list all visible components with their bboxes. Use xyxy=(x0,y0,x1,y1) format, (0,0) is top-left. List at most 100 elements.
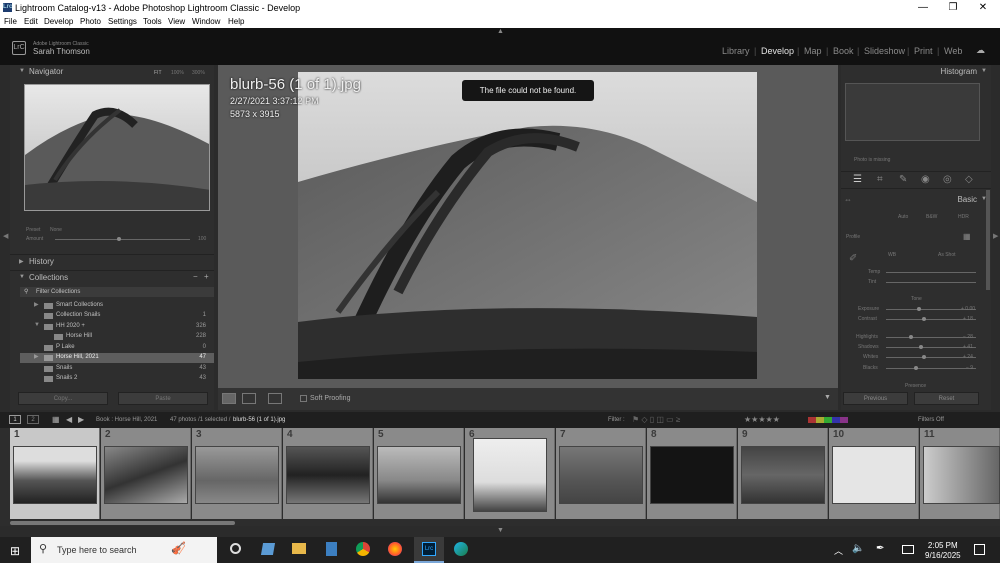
collection-item-selected[interactable]: ▶ Horse Hill, 2021 47 xyxy=(20,353,214,363)
highlights-knob[interactable] xyxy=(909,335,913,339)
filter-collections-row[interactable]: ⚲ Filter Collections xyxy=(20,287,214,297)
module-map[interactable]: Map xyxy=(804,46,822,56)
photo-thumbnail[interactable] xyxy=(559,446,643,504)
calculator-icon[interactable] xyxy=(326,542,337,556)
menu-settings[interactable]: Settings xyxy=(108,17,137,26)
cloud-sync-icon[interactable]: ☁ xyxy=(976,45,990,55)
whites-knob[interactable] xyxy=(922,355,926,359)
toolbar-menu-icon[interactable]: ▼ xyxy=(824,394,831,401)
filmstrip-scrollbar[interactable] xyxy=(10,521,235,525)
basic-header[interactable]: ⇔ Basic ▼ xyxy=(841,194,991,207)
preset-value[interactable]: None xyxy=(50,227,62,233)
close-button[interactable]: ✕ xyxy=(968,1,998,15)
filmstrip-cell[interactable]: 2 xyxy=(101,428,191,519)
shadows-knob[interactable] xyxy=(919,345,923,349)
photo-thumbnail[interactable] xyxy=(377,446,461,504)
edit-sliders-icon[interactable]: ☰ xyxy=(853,174,862,185)
filmstrip-source-path[interactable]: Book : Horse Hill, 2021 xyxy=(96,417,157,423)
remove-collection-button[interactable]: − xyxy=(193,272,198,281)
collapse-right-panel-icon[interactable]: ▶ xyxy=(993,232,998,240)
forward-arrow-icon[interactable]: ▶ xyxy=(78,415,84,424)
filmstrip-cell[interactable]: 7 xyxy=(556,428,646,519)
contrast-value[interactable]: + 18 xyxy=(963,316,973,322)
presets-icon[interactable]: ◇ xyxy=(965,174,973,185)
photo-thumbnail[interactable] xyxy=(104,446,188,504)
filmstrip-cell[interactable]: 3 xyxy=(192,428,282,519)
module-develop[interactable]: Develop xyxy=(761,46,794,56)
whites-value[interactable]: + 24 xyxy=(963,354,973,360)
pen-icon[interactable]: ✒ xyxy=(876,543,884,554)
taskbar-search[interactable]: ⚲ Type here to search 🎻 xyxy=(31,537,217,563)
wb-value[interactable]: As Shot xyxy=(938,252,956,258)
menu-edit[interactable]: Edit xyxy=(24,17,38,26)
blacks-value[interactable]: − 9 xyxy=(966,365,973,371)
collection-item[interactable]: Snails 2 43 xyxy=(20,374,214,384)
grid-view-icon[interactable]: ▦ xyxy=(52,415,60,424)
highlights-value[interactable]: − 28 xyxy=(963,334,973,340)
filters-off-dropdown[interactable]: Filters Off xyxy=(918,417,944,423)
zoom-300[interactable]: 300% xyxy=(192,70,205,76)
photo-thumbnail[interactable] xyxy=(13,446,97,504)
filmstrip-cell[interactable]: 6 xyxy=(465,428,555,519)
menu-tools[interactable]: Tools xyxy=(143,17,162,26)
copy-button[interactable]: Copy... xyxy=(18,392,108,405)
module-library[interactable]: Library xyxy=(722,46,750,56)
reset-button[interactable]: Reset xyxy=(914,392,979,405)
photo-thumbnail[interactable] xyxy=(195,446,279,504)
hdr-button[interactable]: HDR xyxy=(958,214,969,220)
amount-slider[interactable] xyxy=(55,239,190,240)
collapse-left-panel-icon[interactable]: ◀ xyxy=(3,232,8,240)
menu-file[interactable]: File xyxy=(4,17,17,26)
chrome-icon[interactable] xyxy=(356,542,370,556)
filmstrip-cell[interactable]: 8 xyxy=(647,428,737,519)
crop-icon[interactable]: ⌗ xyxy=(877,174,883,185)
collection-item[interactable]: ▶ Smart Collections xyxy=(20,301,214,311)
amount-slider-knob[interactable] xyxy=(117,237,121,241)
filmstrip-cell-selected[interactable]: 1 xyxy=(10,428,100,519)
notes-app-icon[interactable] xyxy=(260,543,276,555)
histogram-header[interactable]: Histogram ▼ xyxy=(841,66,991,79)
filmstrip-cell[interactable]: 9 xyxy=(738,428,828,519)
exposure-knob[interactable] xyxy=(917,307,921,311)
display-icon[interactable] xyxy=(902,545,914,554)
before-after-button[interactable] xyxy=(242,393,256,404)
filmstrip-cell[interactable]: 11 xyxy=(920,428,1000,519)
tray-overflow-icon[interactable]: ︿ xyxy=(834,544,843,557)
collection-item[interactable]: Collection Snails 1 xyxy=(20,311,214,321)
maximize-button[interactable]: ❐ xyxy=(938,1,968,15)
menu-view[interactable]: View xyxy=(168,17,185,26)
filmstrip-cell[interactable]: 10 xyxy=(829,428,919,519)
lightroom-taskbar-button[interactable]: Lrc xyxy=(414,537,444,563)
temp-slider[interactable] xyxy=(886,272,976,273)
collapse-top-panel-icon[interactable]: ▲ xyxy=(497,28,504,35)
panel-switch-icon[interactable]: ⇔ xyxy=(844,195,852,204)
zoom-100[interactable]: 100% xyxy=(171,70,184,76)
zoom-fit[interactable]: FIT xyxy=(154,70,162,76)
tint-slider[interactable] xyxy=(886,282,976,283)
module-slideshow[interactable]: Slideshow xyxy=(864,46,905,56)
file-explorer-icon[interactable] xyxy=(292,543,306,554)
shadows-value[interactable]: + 41 xyxy=(963,344,973,350)
navigator-header[interactable]: ▼ Navigator FIT 100% 300% xyxy=(10,66,214,79)
right-panel-scrollbar[interactable] xyxy=(986,190,990,290)
exposure-value[interactable]: + 0.00 xyxy=(961,306,975,312)
menu-photo[interactable]: Photo xyxy=(80,17,101,26)
loupe-view-button[interactable] xyxy=(222,393,236,404)
module-book[interactable]: Book xyxy=(833,46,854,56)
menu-window[interactable]: Window xyxy=(192,17,220,26)
volume-icon[interactable]: 🔈 xyxy=(852,543,864,554)
menu-help[interactable]: Help xyxy=(228,17,244,26)
bw-button[interactable]: B&W xyxy=(926,214,937,220)
collection-item[interactable]: P Lake 0 xyxy=(20,343,214,353)
navigator-preview[interactable] xyxy=(24,84,210,211)
filmstrip-current-file[interactable]: blurb-56 (1 of 1).jpg xyxy=(233,417,285,423)
heal-icon[interactable]: ✎ xyxy=(899,174,907,185)
profile-browser-icon[interactable]: ▦ xyxy=(963,232,971,241)
back-arrow-icon[interactable]: ◀ xyxy=(66,415,72,424)
collection-item[interactable]: ▼ HH 2020 + 326 xyxy=(20,322,214,332)
blacks-knob[interactable] xyxy=(914,366,918,370)
flag-filter-icon[interactable]: ⚑ ◇ ▯ ◫ ▭ ≥ xyxy=(632,415,680,424)
auto-button[interactable]: Auto xyxy=(898,214,908,220)
wb-eyedropper-icon[interactable]: ✐ xyxy=(849,253,857,264)
collection-item[interactable]: Snails 43 xyxy=(20,364,214,374)
